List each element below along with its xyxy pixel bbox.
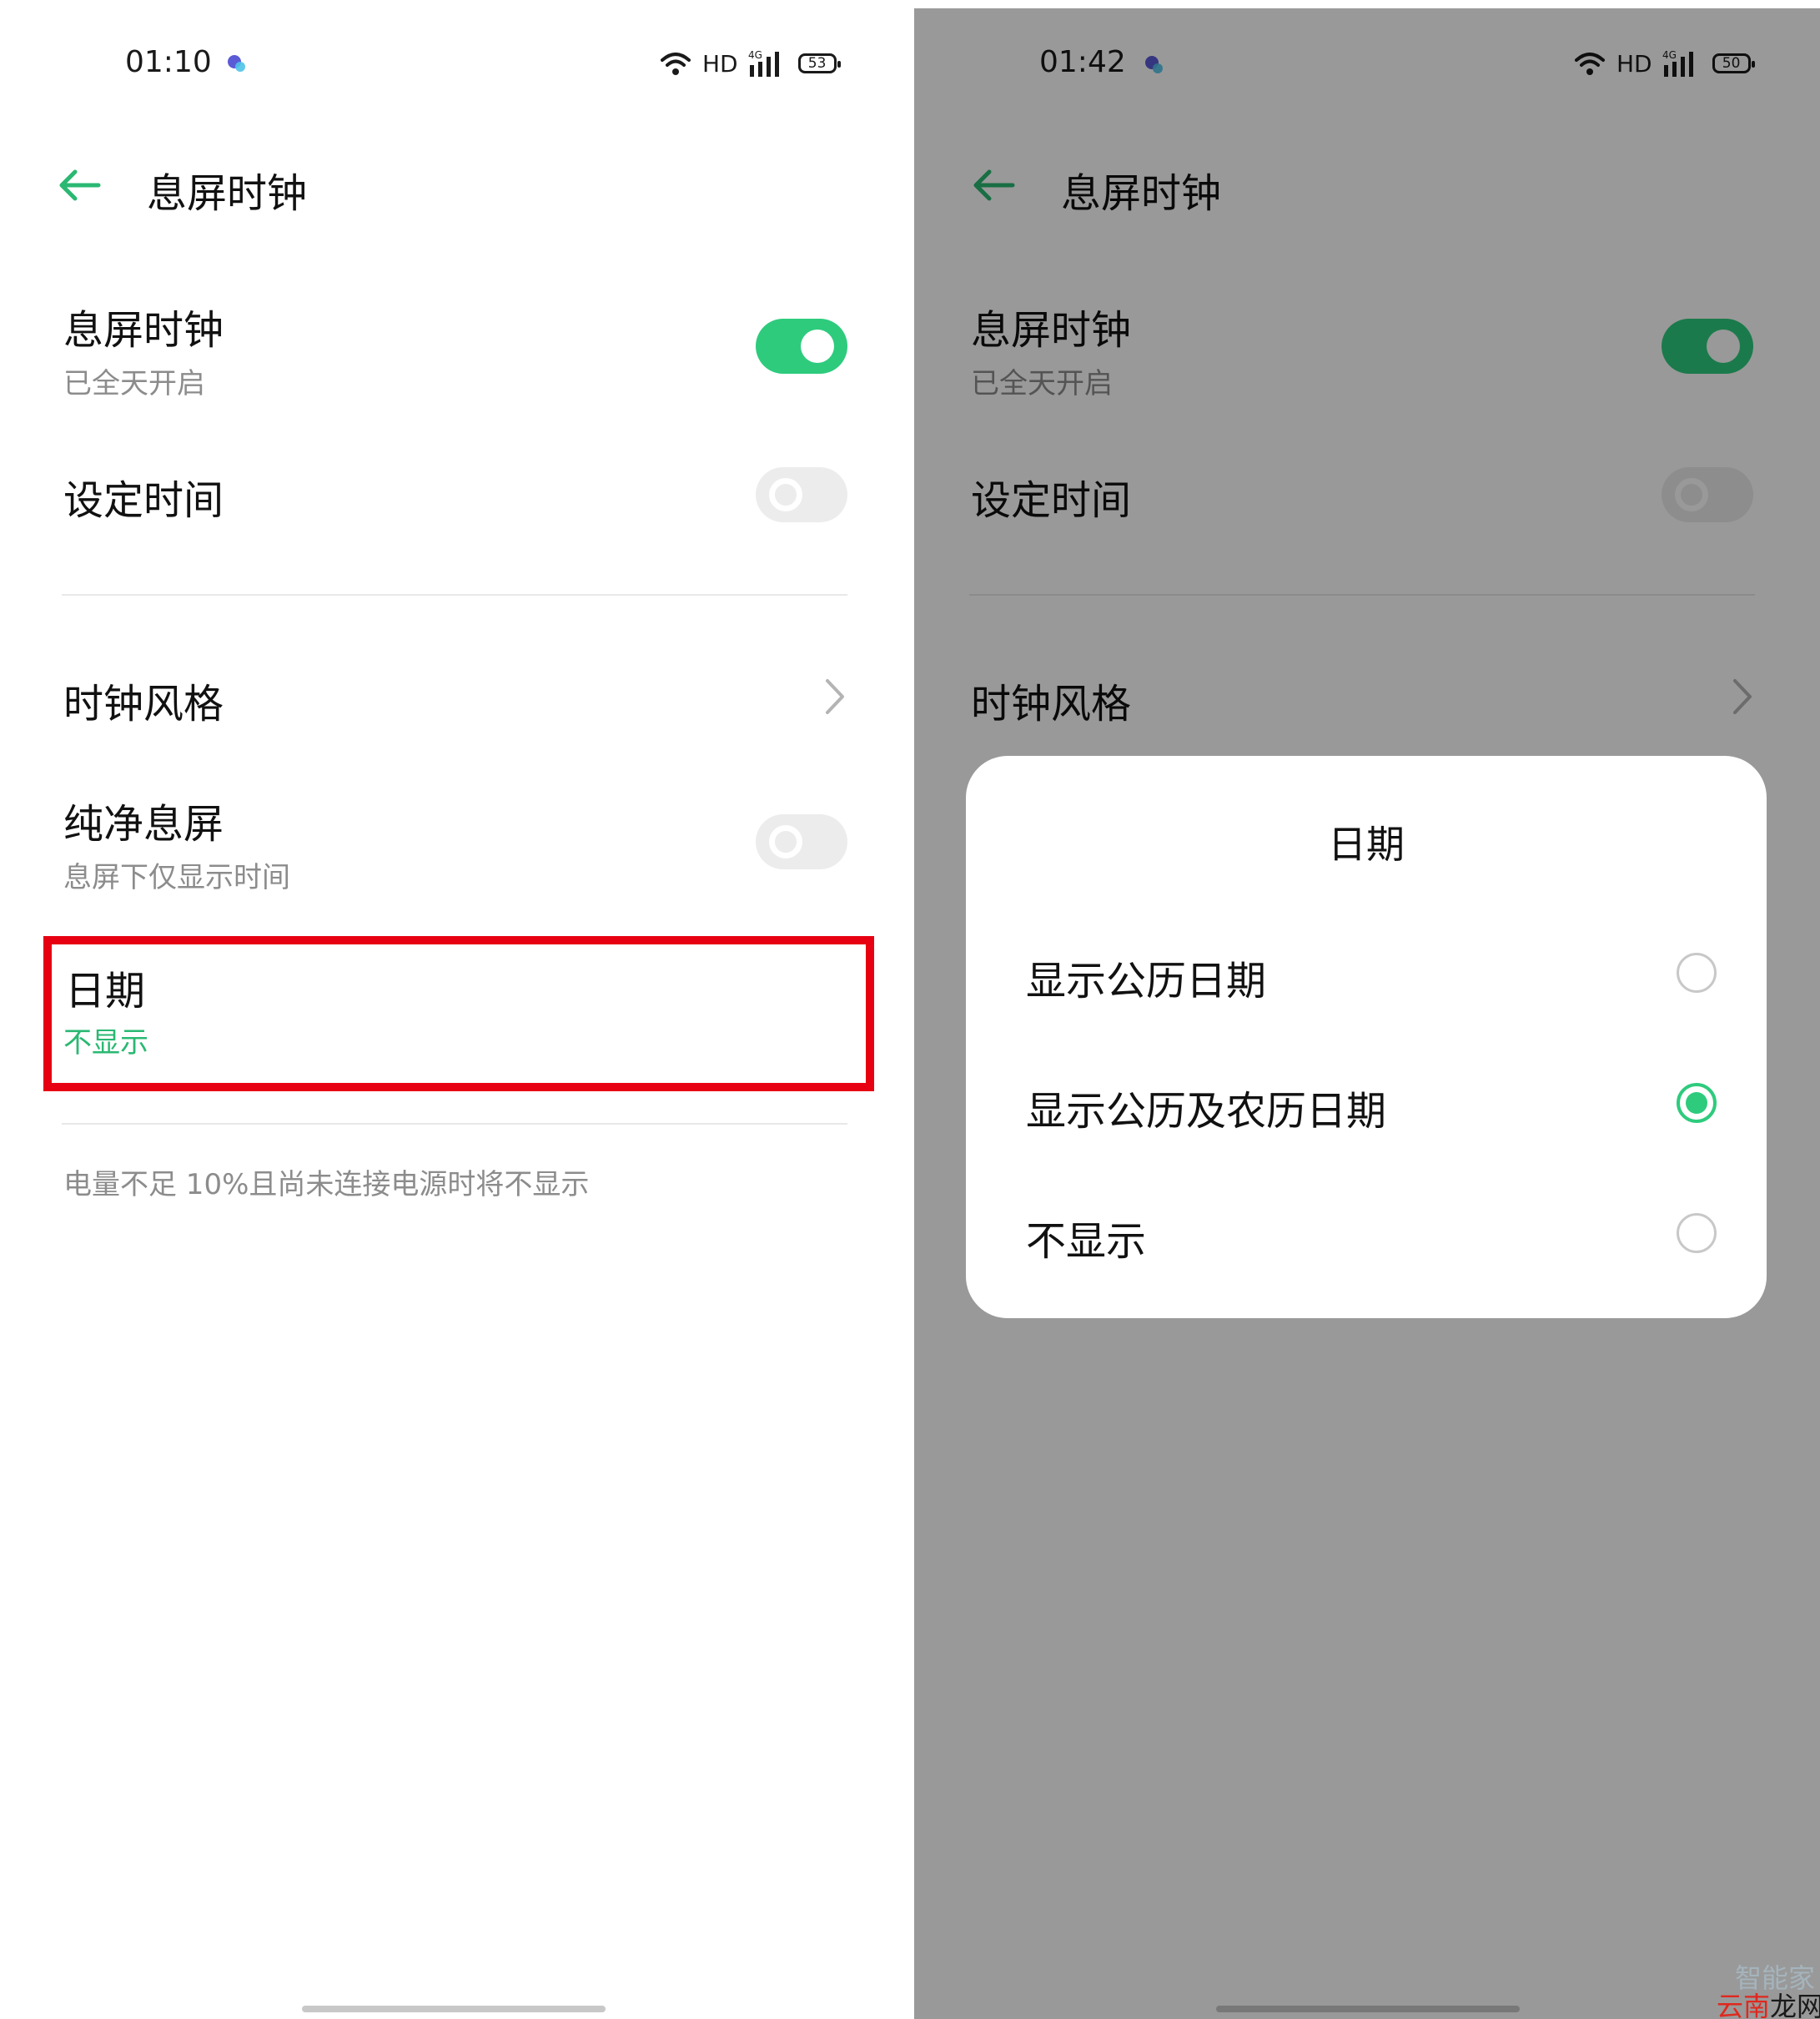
watermark-logo: 云南龙网 <box>1717 1986 1820 2019</box>
page-title: 息屏时钟 <box>147 170 308 217</box>
setting-scheduled-time[interactable]: 设定时间 <box>0 451 914 542</box>
dialog-title: 日期 <box>1328 822 1405 867</box>
radio-button[interactable] <box>1677 1213 1717 1253</box>
chevron-right-icon <box>826 679 844 714</box>
radio-button-selected[interactable] <box>1677 1083 1717 1123</box>
setting-title: 设定时间 <box>63 477 224 524</box>
footnote: 电量不足 10%且尚未连接电源时将不显示 <box>63 1168 590 1201</box>
watermark-part-a: 云南 <box>1717 1991 1771 2019</box>
left-screen: 01:10 HD 4G 53 息屏时钟 息屏时钟 已全天开启 设定时间 时钟风格… <box>0 0 914 2019</box>
watermark-part-b: 龙网 <box>1770 1991 1820 2019</box>
setting-aod-clock[interactable]: 息屏时钟 已全天开启 <box>0 284 914 417</box>
right-screen: 01:42 HD 4G 50 息屏时钟 息屏时钟 已全天开启 设定时间 时钟风格… <box>914 0 1820 2019</box>
battery-icon: 53 <box>797 53 841 73</box>
setting-pure-aod[interactable]: 纯净息屏 息屏下仅显示时间 <box>0 776 914 909</box>
option-hide[interactable]: 不显示 <box>966 1175 1767 1291</box>
home-indicator[interactable] <box>302 2006 606 2012</box>
option-label: 不显示 <box>1026 1218 1147 1265</box>
date-dialog: 日期 显示公历日期 显示公历及农历日期 不显示 <box>966 756 1767 1318</box>
signal-type-label: 4G <box>748 49 762 61</box>
setting-clock-style[interactable]: 时钟风格 <box>0 651 914 743</box>
hd-label: HD <box>702 49 738 78</box>
wifi-icon <box>661 53 691 75</box>
divider <box>62 1123 847 1125</box>
option-gregorian-lunar[interactable]: 显示公历及农历日期 <box>966 1045 1767 1161</box>
assistant-app-icon <box>228 55 245 72</box>
option-gregorian[interactable]: 显示公历日期 <box>966 914 1767 1031</box>
status-icons: HD 4G 53 <box>659 48 841 78</box>
status-time: 01:10 <box>125 45 212 79</box>
setting-title: 时钟风格 <box>63 681 224 728</box>
highlight-box <box>43 936 874 1091</box>
radio-button[interactable] <box>1677 953 1717 993</box>
signal-4g-icon: 4G <box>748 49 779 77</box>
aod-clock-toggle[interactable] <box>756 319 847 374</box>
option-label: 显示公历日期 <box>1026 958 1267 1004</box>
setting-title: 息屏时钟 <box>63 307 224 354</box>
divider <box>62 594 847 596</box>
setting-title: 纯净息屏 <box>63 801 224 848</box>
setting-subtitle: 已全天开启 <box>63 367 205 400</box>
option-label: 显示公历及农历日期 <box>1026 1088 1387 1135</box>
back-arrow-icon[interactable] <box>57 167 102 204</box>
scheduled-time-toggle[interactable] <box>756 467 847 522</box>
pure-aod-toggle[interactable] <box>756 814 847 869</box>
setting-subtitle: 息屏下仅显示时间 <box>63 861 290 894</box>
